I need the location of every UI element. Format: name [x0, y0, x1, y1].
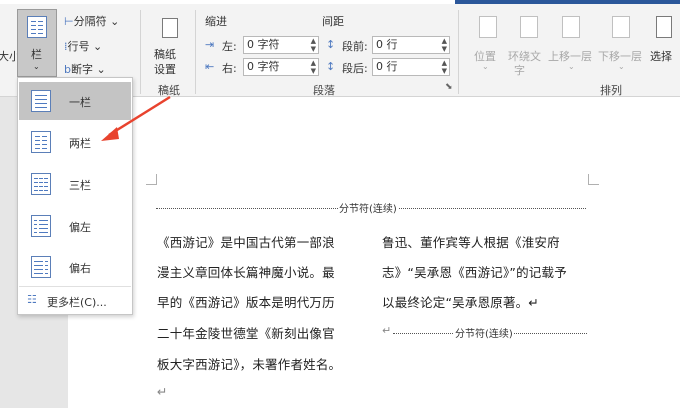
- paragraph-mark: ↵: [382, 324, 392, 337]
- space-after-icon: ↕: [326, 60, 336, 73]
- selection-pane-icon: [656, 16, 672, 38]
- indent-right-input[interactable]: 0 字符 ▲ ▼: [243, 58, 319, 76]
- wrap-text-button[interactable]: 环绕文 字: [508, 14, 548, 77]
- margin-mark: [588, 174, 599, 185]
- indent-left-icon: ⇥: [205, 38, 215, 51]
- position-icon: [479, 16, 497, 38]
- text-line[interactable]: 板大字西游记》，未署作者姓名。: [157, 354, 341, 373]
- chevron-down-icon: ⌄: [482, 62, 489, 71]
- text-line[interactable]: 漫主义章回体长篇神魔小说。最: [157, 262, 335, 281]
- two-columns-icon: [31, 131, 51, 153]
- text-line[interactable]: 《西游记》是中国古代第一部浪: [157, 232, 335, 251]
- left-column-icon: [31, 215, 51, 237]
- section-break-label: 分节符(连续): [338, 200, 398, 215]
- selection-pane-button[interactable]: 选择: [648, 14, 680, 76]
- paragraph-group-label: 段落: [313, 84, 335, 97]
- menu-item-three-columns[interactable]: 三栏: [19, 165, 131, 203]
- manuscript-icon: [162, 18, 178, 38]
- paragraph-mark: ↵: [157, 384, 168, 399]
- columns-button[interactable]: 栏 ⌄: [17, 9, 57, 77]
- line-numbers-button[interactable]: ⁞行号 ⌄: [64, 38, 102, 54]
- hyphenation-button[interactable]: b断字 ⌄: [64, 61, 106, 77]
- spinner-icon[interactable]: ▲ ▼: [311, 59, 316, 75]
- bring-forward-button[interactable]: 上移一层 ⌄: [548, 14, 598, 76]
- position-button[interactable]: 位置 ⌄: [472, 14, 502, 76]
- spinner-icon[interactable]: ▲ ▼: [442, 37, 447, 53]
- send-backward-icon: [612, 16, 630, 38]
- indent-label: 缩进: [205, 15, 227, 28]
- three-columns-icon: [31, 173, 51, 195]
- text-line[interactable]: 二十年金陵世德堂《新刻出像官: [157, 323, 335, 342]
- menu-item-left-column[interactable]: 偏左: [19, 207, 131, 245]
- wrap-text-icon: [520, 16, 538, 38]
- chevron-down-icon: ⌄: [568, 62, 575, 71]
- space-before-icon: ↕: [326, 38, 336, 51]
- spinner-icon[interactable]: ▲ ▼: [442, 59, 447, 75]
- menu-item-more-columns[interactable]: ☷ 更多栏(C)...: [19, 290, 131, 312]
- chevron-down-icon: ⌄: [33, 62, 40, 71]
- breaks-button[interactable]: ⊢分隔符 ⌄: [64, 13, 119, 29]
- right-column-icon: [31, 256, 51, 278]
- send-backward-button[interactable]: 下移一层 ⌄: [598, 14, 648, 76]
- spinner-icon[interactable]: ▲ ▼: [311, 37, 316, 53]
- text-line[interactable]: 早的《西游记》版本是明代万历: [157, 292, 335, 311]
- chevron-down-icon: ⌄: [618, 62, 625, 71]
- indent-left-input[interactable]: 0 字符 ▲ ▼: [243, 36, 319, 54]
- bring-forward-icon: [562, 16, 580, 38]
- margin-mark: [146, 174, 157, 185]
- text-line[interactable]: 鲁迅、董作宾等人根据《淮安府: [382, 232, 560, 251]
- hyphenation-icon: b: [64, 63, 71, 76]
- space-before-input[interactable]: 0 行 ▲ ▼: [372, 36, 450, 54]
- menu-item-right-column[interactable]: 偏右: [19, 248, 131, 286]
- arrange-group-label: 排列: [600, 84, 622, 97]
- chevron-down-icon: ⌄: [89, 40, 103, 53]
- manuscript-settings-button[interactable]: 稿纸 设置: [150, 14, 190, 76]
- spacing-label: 间距: [322, 15, 344, 28]
- columns-icon: [27, 16, 47, 38]
- indent-right-icon: ⇤: [205, 60, 215, 73]
- text-line[interactable]: 以最终论定“吴承恩原著。↵: [382, 292, 539, 311]
- columns-label: 栏: [31, 48, 42, 61]
- space-after-input[interactable]: 0 行 ▲ ▼: [372, 58, 450, 76]
- text-line[interactable]: 志》“吴承恩《西游记》”的记载予: [382, 262, 567, 281]
- section-break-label: 分节符(连续): [454, 325, 514, 340]
- dialog-launcher-icon[interactable]: ⬊: [445, 82, 453, 92]
- chevron-down-icon: ⌄: [92, 63, 106, 76]
- more-columns-icon: ☷: [27, 293, 37, 306]
- one-column-icon: [31, 90, 51, 112]
- annotation-arrow: [101, 95, 171, 141]
- chevron-down-icon: ⌄: [106, 15, 120, 28]
- title-strip: [0, 0, 680, 4]
- breaks-icon: ⊢: [64, 15, 74, 28]
